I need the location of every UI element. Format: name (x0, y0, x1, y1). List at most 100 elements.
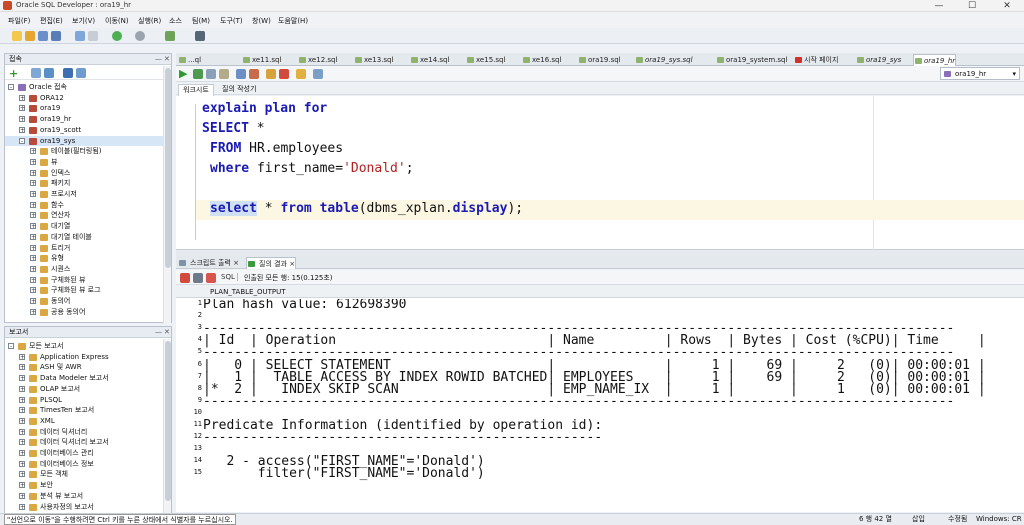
sql-worksheet-icon[interactable] (165, 31, 175, 41)
expand-icon[interactable]: + (30, 265, 36, 272)
tree-item[interactable]: + Application Express (5, 352, 165, 363)
tree-item[interactable]: + 트리거 (5, 243, 165, 254)
editor-tab[interactable]: ora19_system.sql (716, 54, 787, 66)
tab-query-builder[interactable]: 질의 작성기 (218, 84, 260, 95)
minimize-button[interactable]: — (924, 0, 954, 12)
expand-icon[interactable]: + (19, 407, 25, 414)
connections-scrollbar[interactable] (163, 66, 171, 323)
add-connection-icon[interactable]: + (9, 67, 18, 80)
tree-item[interactable]: + 프로시저 (5, 189, 165, 200)
expand-icon[interactable]: + (19, 126, 25, 133)
scrollbar-thumb[interactable] (165, 341, 171, 501)
close-button[interactable]: ✕ (992, 0, 1022, 12)
collapse-icon[interactable]: - (8, 84, 14, 91)
menu-edit[interactable]: 편집(E) (40, 16, 63, 26)
sql-tuning-icon[interactable] (266, 69, 276, 79)
tree-item[interactable]: + OLAP 보고서 (5, 384, 165, 395)
expand-icon[interactable]: + (30, 191, 36, 198)
expand-icon[interactable]: + (19, 364, 25, 371)
run-statement-icon[interactable]: ▶ (179, 67, 187, 80)
menu-team[interactable]: 팀(M) (192, 16, 210, 26)
tree-item[interactable]: + 사용자정의 보고서 (5, 502, 165, 513)
sql-editor[interactable]: explain plan for SELECT * FROM HR.employ… (176, 96, 1024, 250)
expand-icon[interactable]: + (19, 105, 25, 112)
back-icon[interactable] (112, 31, 122, 41)
sql-label[interactable]: SQL (221, 273, 235, 281)
open-icon[interactable] (25, 31, 35, 41)
tree-item[interactable]: + 유형 (5, 253, 165, 264)
tree-item[interactable]: + 보안 (5, 480, 165, 491)
tree-item[interactable]: + 구체화된 뷰 로그 (5, 285, 165, 296)
minimize-panel-icon[interactable]: — (155, 327, 162, 338)
tree-item[interactable]: + 함수 (5, 200, 165, 211)
menu-file[interactable]: 파일(F) (8, 16, 30, 26)
editor-tab[interactable]: ora19_sys.sql (635, 54, 693, 66)
refresh-icon[interactable] (31, 68, 41, 78)
tree-item[interactable]: + 데이터 딕셔너리 보고서 (5, 437, 165, 448)
editor-tab[interactable]: xe13.sql (354, 54, 393, 66)
format-icon[interactable] (296, 69, 306, 79)
expand-icon[interactable]: + (19, 482, 25, 489)
forward-icon[interactable] (135, 31, 145, 41)
tree-item[interactable]: + TimesTen 보고서 (5, 405, 165, 416)
tree-item[interactable]: - 모든 보고서 (5, 341, 165, 352)
tab-script-output[interactable]: 스크립트 출력 × (178, 257, 239, 269)
expand-icon[interactable]: + (30, 201, 36, 208)
expand-icon[interactable]: + (19, 503, 25, 510)
expand-icon[interactable]: + (19, 471, 25, 478)
tree-item[interactable]: + ASH 및 AWR (5, 362, 165, 373)
tree-item[interactable]: + ora19 (5, 103, 165, 114)
expand-icon[interactable]: + (19, 94, 25, 101)
expand-icon[interactable]: + (19, 385, 25, 392)
expand-icon[interactable]: + (30, 212, 36, 219)
tree-item[interactable]: + 구체화된 뷰 (5, 275, 165, 286)
import-icon[interactable] (76, 68, 86, 78)
expand-icon[interactable]: + (30, 276, 36, 283)
autotrace-icon[interactable] (249, 69, 259, 79)
menu-navigate[interactable]: 이동(N) (105, 16, 129, 26)
expand-icon[interactable]: + (30, 148, 36, 155)
run-script-icon[interactable] (193, 69, 203, 79)
save-all-icon[interactable] (51, 31, 61, 41)
history-icon[interactable] (313, 69, 323, 79)
tree-item[interactable]: + 데이터베이스 관리 (5, 448, 165, 459)
expand-icon[interactable]: + (19, 460, 25, 467)
tree-item[interactable]: + 인덱스 (5, 168, 165, 179)
menu-source[interactable]: 소스 (169, 16, 182, 26)
expand-icon[interactable]: + (19, 428, 25, 435)
menu-run[interactable]: 실행(R) (138, 16, 161, 26)
expand-icon[interactable]: + (30, 298, 36, 305)
tree-item[interactable]: + 데이터 딕셔너리 (5, 427, 165, 438)
editor-tab[interactable]: ora19_hr (913, 54, 957, 66)
explain-plan-icon[interactable] (236, 69, 246, 79)
expand-icon[interactable]: + (19, 450, 25, 457)
tree-item[interactable]: + 연산자 (5, 210, 165, 221)
menu-window[interactable]: 창(W) (252, 16, 271, 26)
expand-icon[interactable]: + (19, 396, 25, 403)
tree-item[interactable]: + 대기열 테이블 (5, 232, 165, 243)
close-panel-icon[interactable]: ✕ (164, 327, 170, 338)
clear-icon[interactable] (279, 69, 289, 79)
connection-select[interactable]: ora19_hr ▾ (940, 67, 1020, 80)
table-row[interactable]: 12 --------------------------------------… (176, 431, 1024, 444)
table-row[interactable]: 1 Plan hash value: 612698390 (176, 299, 1024, 311)
tree-item[interactable]: + XML (5, 416, 165, 427)
reports-scrollbar[interactable] (163, 339, 171, 514)
table-row[interactable]: 15 filter("FIRST_NAME"='Donald') (176, 467, 1024, 480)
rollback-icon[interactable] (219, 69, 229, 79)
save-icon[interactable] (38, 31, 48, 41)
tree-item[interactable]: + Data Modeler 보고서 (5, 373, 165, 384)
maximize-button[interactable]: ☐ (957, 0, 987, 12)
schema-browser-icon[interactable] (63, 68, 73, 78)
editor-tab[interactable]: xe12.sql (298, 54, 337, 66)
expand-icon[interactable]: + (19, 375, 25, 382)
tree-item[interactable]: + 뷰 (5, 157, 165, 168)
tree-item[interactable]: + ora19_hr (5, 114, 165, 125)
editor-tab[interactable]: ...ql (178, 54, 201, 66)
tree-item[interactable]: + 공용 동의어 (5, 307, 165, 318)
filter-icon[interactable] (44, 68, 54, 78)
editor-tab[interactable]: ora19_sys (856, 54, 901, 66)
refresh-icon[interactable] (206, 273, 216, 283)
tree-item[interactable]: + 동의어 (5, 296, 165, 307)
menu-tools[interactable]: 도구(T) (220, 16, 243, 26)
